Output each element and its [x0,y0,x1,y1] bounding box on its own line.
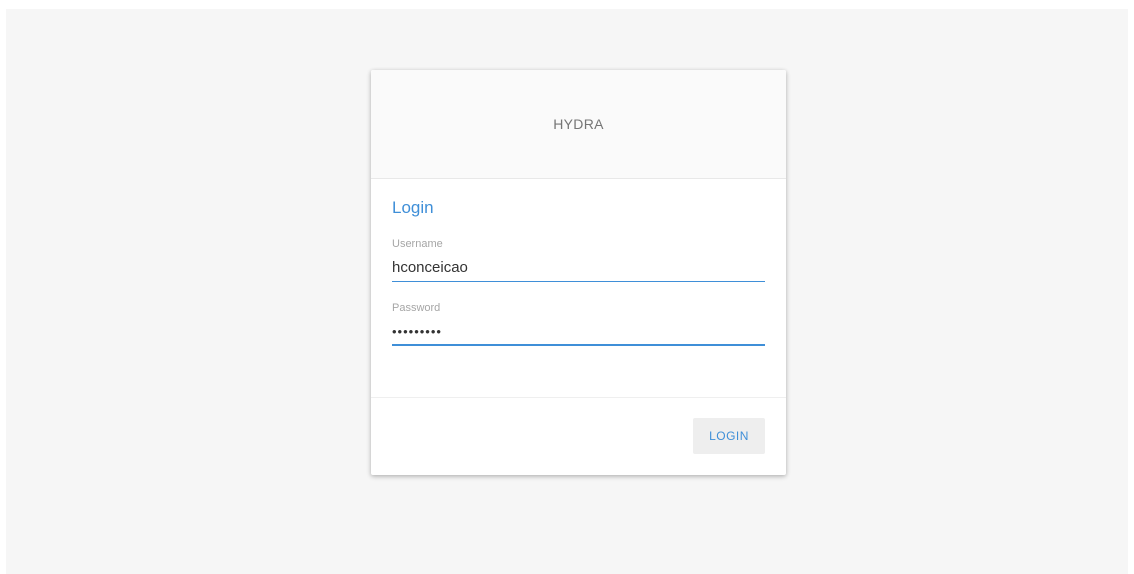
page-background: HYDRA Login Username Password LOGIN [6,9,1128,574]
form-title: Login [392,198,434,217]
password-label: Password [392,302,441,314]
password-field: Password [392,301,765,346]
card-header: HYDRA [371,70,786,179]
app-brand: HYDRA [553,116,604,132]
login-card: HYDRA Login Username Password LOGIN [371,70,786,475]
username-input[interactable] [392,254,765,282]
username-label: Username [392,238,443,250]
login-form: Login Username Password [371,179,786,398]
card-actions: LOGIN [371,398,786,475]
password-input[interactable] [392,318,765,346]
login-button[interactable]: LOGIN [693,418,765,454]
username-field: Username [392,237,765,282]
